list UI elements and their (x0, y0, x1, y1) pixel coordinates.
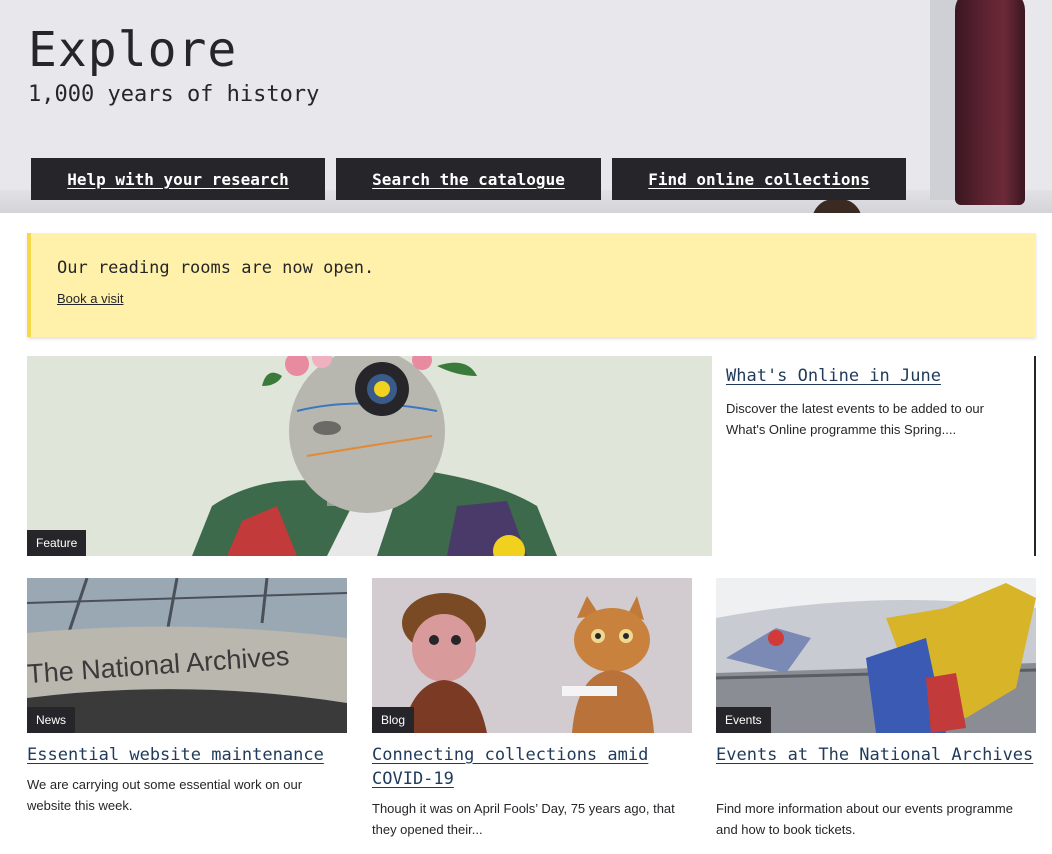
puppets-image (372, 578, 692, 733)
book-visit-link[interactable]: Book a visit (57, 291, 123, 306)
find-collections-button[interactable]: Find online collections (612, 158, 906, 200)
feature-description: Discover the latest events to be added t… (726, 401, 984, 437)
feature-collage-image (27, 356, 712, 556)
blog-card-description: Though it was on April Fools’ Day, 75 ye… (372, 801, 675, 837)
hero-banner: Explore 1,000 years of history Help with… (0, 0, 1052, 213)
page-title: Explore (28, 22, 238, 78)
blog-card-title-link[interactable]: Connecting collections amid COVID-19 (372, 743, 692, 791)
feature-image[interactable]: Feature (27, 356, 712, 556)
hero-figure (955, 0, 1025, 205)
page-subtitle: 1,000 years of history (28, 82, 320, 107)
news-card-description: We are carrying out some essential work … (27, 777, 303, 813)
notice-text: Our reading rooms are now open. (57, 258, 375, 278)
news-card-title-link[interactable]: Essential website maintenance (27, 743, 347, 767)
blog-card-image[interactable]: Blog (372, 578, 692, 733)
feature-summary: What's Online in June Discover the lates… (712, 356, 1036, 556)
news-card-image[interactable]: The National Archives News (27, 578, 347, 733)
events-card-image[interactable]: Events (716, 578, 1036, 733)
feature-title-link[interactable]: What's Online in June (726, 366, 941, 386)
events-tag: Events (716, 707, 771, 733)
search-catalogue-button[interactable]: Search the catalogue (336, 158, 601, 200)
news-tag: News (27, 707, 76, 733)
events-card-title-link[interactable]: Events at The National Archives (716, 743, 1036, 767)
notice-banner: Our reading rooms are now open. Book a v… (27, 233, 1036, 337)
blog-tag: Blog (372, 707, 415, 733)
feature-tag: Feature (27, 530, 87, 556)
events-card-description: Find more information about our events p… (716, 801, 1013, 837)
help-research-button[interactable]: Help with your research (31, 158, 325, 200)
